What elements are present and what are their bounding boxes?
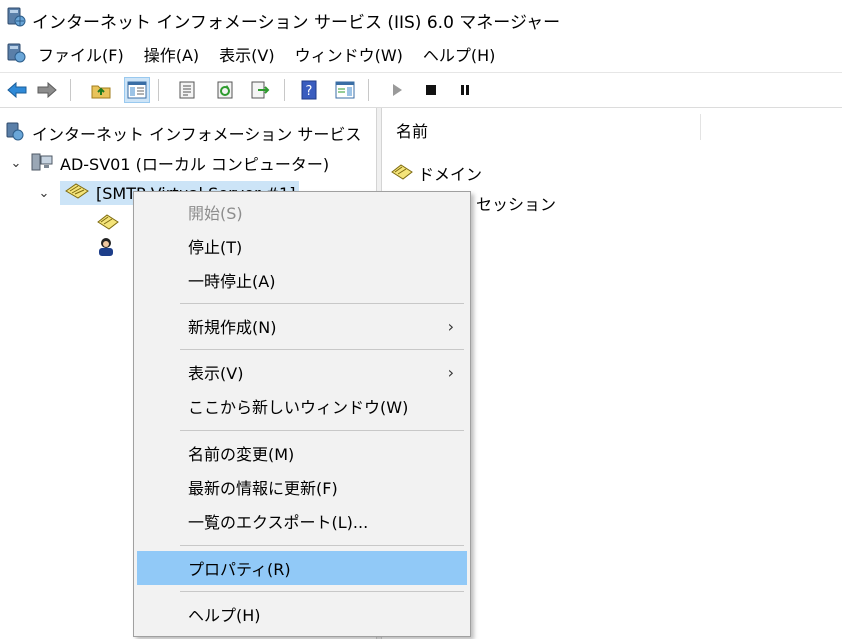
tree-node-domains[interactable] <box>96 210 120 236</box>
menu-item-properties[interactable]: プロパティ(R) <box>137 551 467 585</box>
column-header-name[interactable]: 名前 <box>396 118 428 142</box>
menu-item-label: ここから新しいウィンドウ(W) <box>188 398 409 417</box>
menu-item-label: 最新の情報に更新(F) <box>188 479 338 498</box>
up-folder-icon[interactable] <box>88 77 114 103</box>
toolbar-separator <box>70 79 71 101</box>
start-icon[interactable] <box>384 77 410 103</box>
menu-item-refresh[interactable]: 最新の情報に更新(F) <box>136 470 468 504</box>
menu-window[interactable]: ウィンドウ(W) <box>285 38 413 68</box>
menu-item-stop[interactable]: 停止(T) <box>136 229 468 263</box>
help-icon[interactable]: ? <box>296 77 322 103</box>
sessions-user-icon <box>96 236 116 262</box>
app-menu-icon[interactable] <box>6 42 26 68</box>
menu-bar: ファイル(F) 操作(A) 表示(V) ウィンドウ(W) ヘルプ(H) <box>0 38 842 68</box>
toolbar-separator <box>284 79 285 101</box>
pause-icon[interactable] <box>452 77 478 103</box>
smtp-server-icon <box>64 181 90 205</box>
menu-view[interactable]: 表示(V) <box>209 38 284 68</box>
menu-item-rename[interactable]: 名前の変更(M) <box>136 436 468 470</box>
list-item[interactable]: セッション <box>472 190 556 216</box>
menu-separator <box>180 430 464 431</box>
menu-separator <box>180 303 464 304</box>
iis-manager-icon <box>6 6 26 32</box>
menu-separator <box>180 591 464 592</box>
properties-icon[interactable] <box>174 77 200 103</box>
menu-item-label: プロパティ(R) <box>188 560 291 579</box>
menu-item-label: 表示(V) <box>188 364 244 383</box>
toolbar-separator <box>368 79 369 101</box>
menu-item-label: 停止(T) <box>188 238 243 257</box>
tree-node-sessions[interactable] <box>96 236 116 262</box>
menu-file[interactable]: ファイル(F) <box>28 38 134 68</box>
console-tree-icon[interactable] <box>124 77 150 103</box>
toolbar-separator <box>158 79 159 101</box>
menu-item-help[interactable]: ヘルプ(H) <box>136 597 468 631</box>
column-divider[interactable] <box>700 114 701 140</box>
menu-item-new[interactable]: 新規作成(N) › <box>136 309 468 343</box>
chevron-right-icon: › <box>447 362 454 382</box>
title-bar: インターネット インフォメーション サービス (IIS) 6.0 マネージャー <box>0 0 842 38</box>
menu-item-pause[interactable]: 一時停止(A) <box>136 263 468 297</box>
menu-item-export-list[interactable]: 一覧のエクスポート(L)... <box>136 504 468 538</box>
tree-node-iis-root[interactable]: インターネット インフォメーション サービス <box>4 120 361 146</box>
tree-label: インターネット インフォメーション サービス <box>32 125 362 144</box>
computer-icon <box>30 150 54 176</box>
window-title: インターネット インフォメーション サービス (IIS) 6.0 マネージャー <box>32 13 561 33</box>
menu-item-label: 一時停止(A) <box>188 272 276 291</box>
menu-item-label: 開始(S) <box>188 204 243 223</box>
menu-item-label: ヘルプ(H) <box>188 606 261 625</box>
tree-node-computer[interactable]: ⌄ AD-SV01 (ローカル コンピューター) <box>8 150 329 176</box>
chevron-down-icon[interactable]: ⌄ <box>8 156 24 171</box>
menu-item-view[interactable]: 表示(V) › <box>136 355 468 389</box>
list-header: 名前 <box>382 108 842 143</box>
menu-separator <box>180 349 464 350</box>
stop-icon[interactable] <box>418 77 444 103</box>
forward-arrow-icon[interactable] <box>34 77 60 103</box>
menu-item-label: 名前の変更(M) <box>188 445 295 464</box>
domains-icon <box>390 161 414 185</box>
menu-item-label: 新規作成(N) <box>188 318 277 337</box>
refresh-icon[interactable] <box>212 77 238 103</box>
back-arrow-icon[interactable] <box>4 77 30 103</box>
export-list-icon[interactable] <box>248 77 274 103</box>
action-pane-icon[interactable] <box>332 77 358 103</box>
svg-text:?: ? <box>306 84 313 99</box>
menu-separator <box>180 545 464 546</box>
menu-action[interactable]: 操作(A) <box>134 38 209 68</box>
menu-item-label: 一覧のエクスポート(L)... <box>188 513 369 532</box>
tree-label: AD-SV01 (ローカル コンピューター) <box>60 155 330 174</box>
toolbar: ? <box>0 72 842 108</box>
list-item[interactable]: ドメイン <box>390 160 482 186</box>
list-item-label: セッション <box>476 195 557 214</box>
domains-icon <box>96 210 120 236</box>
menu-item-start: 開始(S) <box>136 195 468 229</box>
chevron-down-icon[interactable]: ⌄ <box>36 186 52 201</box>
menu-item-new-window[interactable]: ここから新しいウィンドウ(W) <box>136 389 468 423</box>
iis-icon <box>4 120 26 146</box>
context-menu: 開始(S) 停止(T) 一時停止(A) 新規作成(N) › 表示(V) › ここ… <box>133 191 471 637</box>
list-item-label: ドメイン <box>418 165 483 184</box>
menu-help[interactable]: ヘルプ(H) <box>413 38 506 68</box>
chevron-right-icon: › <box>447 316 454 336</box>
